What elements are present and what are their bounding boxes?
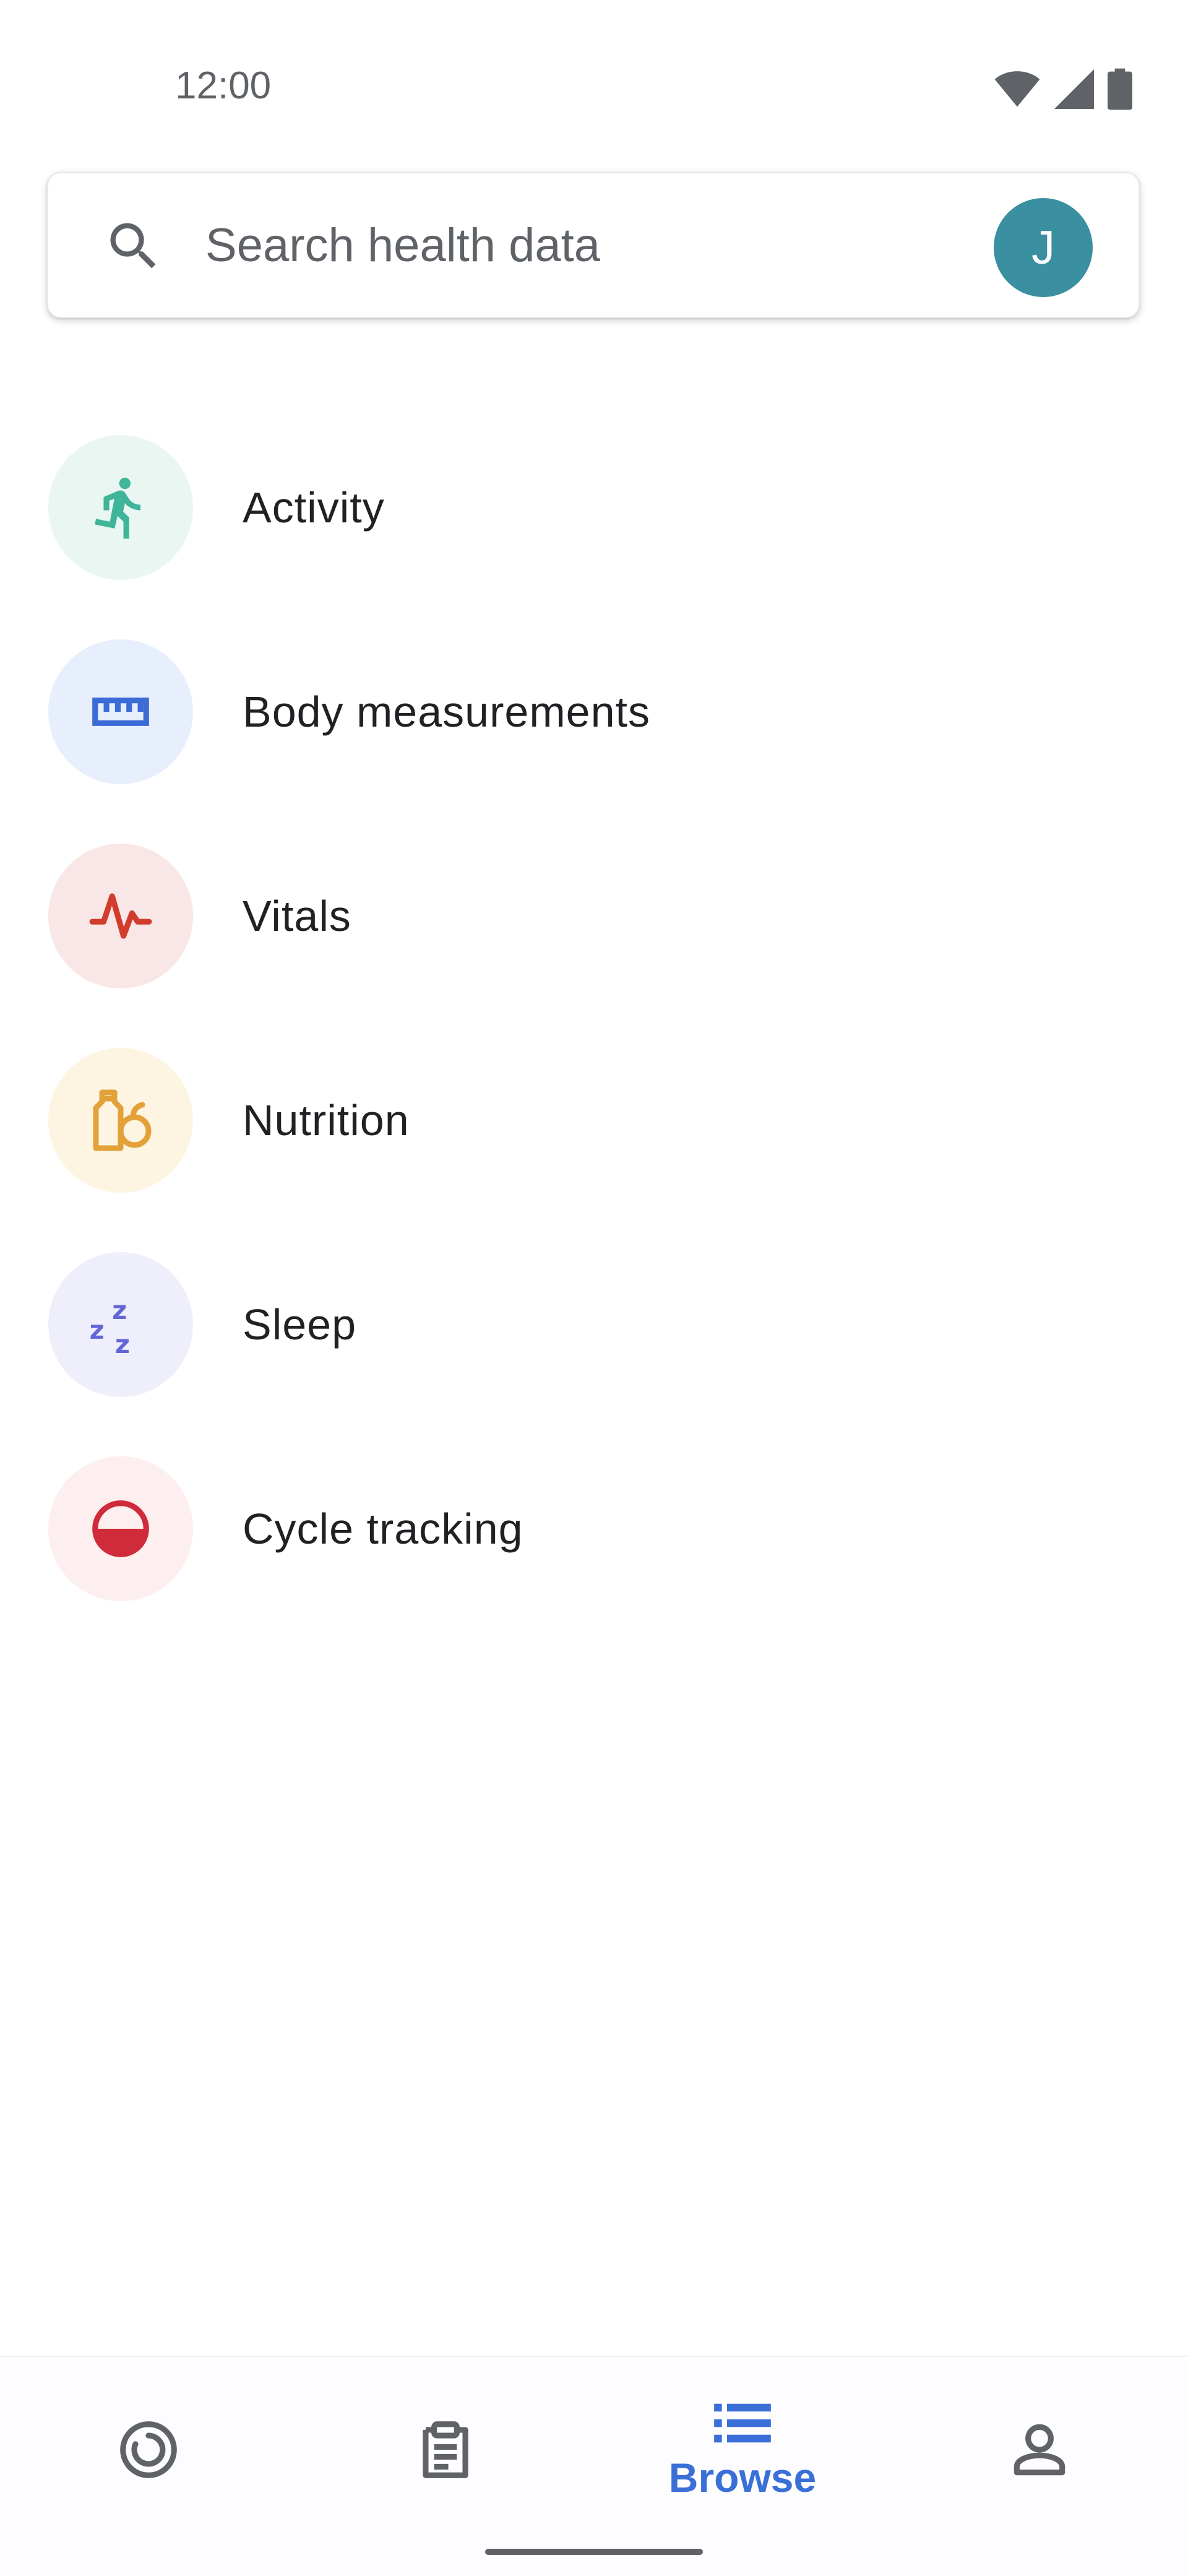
category-item-nutrition[interactable]: Nutrition [0,1027,1188,1232]
wifi-icon [994,71,1040,107]
svg-text:z: z [90,1315,105,1345]
zzz-icon: z z z [48,1252,193,1397]
svg-text:z: z [115,1329,130,1359]
category-item-body-measurements[interactable]: Body measurements [0,619,1188,823]
category-item-cycle-tracking[interactable]: Cycle tracking [0,1436,1188,1640]
status-time: 12:00 [175,64,272,107]
category-label: Sleep [243,1300,357,1349]
nutrition-icon [48,1048,193,1193]
cycle-icon [48,1456,193,1601]
category-label: Vitals [243,892,351,940]
nav-item-browse[interactable]: Browse [594,2357,891,2543]
status-bar: 12:00 [0,0,1188,142]
status-icons [994,68,1132,110]
signal-icon [1054,69,1094,109]
today-ring-icon[interactable] [114,2416,183,2484]
nav-label-browse: Browse [668,2455,817,2500]
category-item-activity[interactable]: Activity [0,415,1188,619]
profile-icon[interactable] [1005,2416,1074,2484]
category-label: Body measurements [243,688,650,736]
journal-clipboard-icon[interactable] [411,2416,480,2484]
search-bar[interactable]: Search health data J [47,172,1140,318]
category-label: Cycle tracking [243,1505,523,1553]
nav-item-profile[interactable] [891,2357,1188,2543]
browse-list-icon[interactable] [712,2398,773,2448]
ruler-icon [48,639,193,784]
svg-text:z: z [112,1295,127,1325]
avatar[interactable]: J [994,198,1093,297]
battery-icon [1108,68,1132,110]
category-label: Activity [243,483,385,532]
bottom-navigation: Browse [0,2356,1188,2576]
search-input[interactable]: Search health data [205,173,600,317]
category-label: Nutrition [243,1096,410,1144]
running-person-icon [48,435,193,580]
category-item-sleep[interactable]: z z z Sleep [0,1232,1188,1436]
heartbeat-icon [48,844,193,988]
nav-item-journal[interactable] [297,2357,594,2543]
home-indicator[interactable] [485,2549,703,2555]
category-item-vitals[interactable]: Vitals [0,823,1188,1027]
search-icon[interactable] [103,215,165,277]
nav-item-today[interactable] [0,2357,297,2543]
